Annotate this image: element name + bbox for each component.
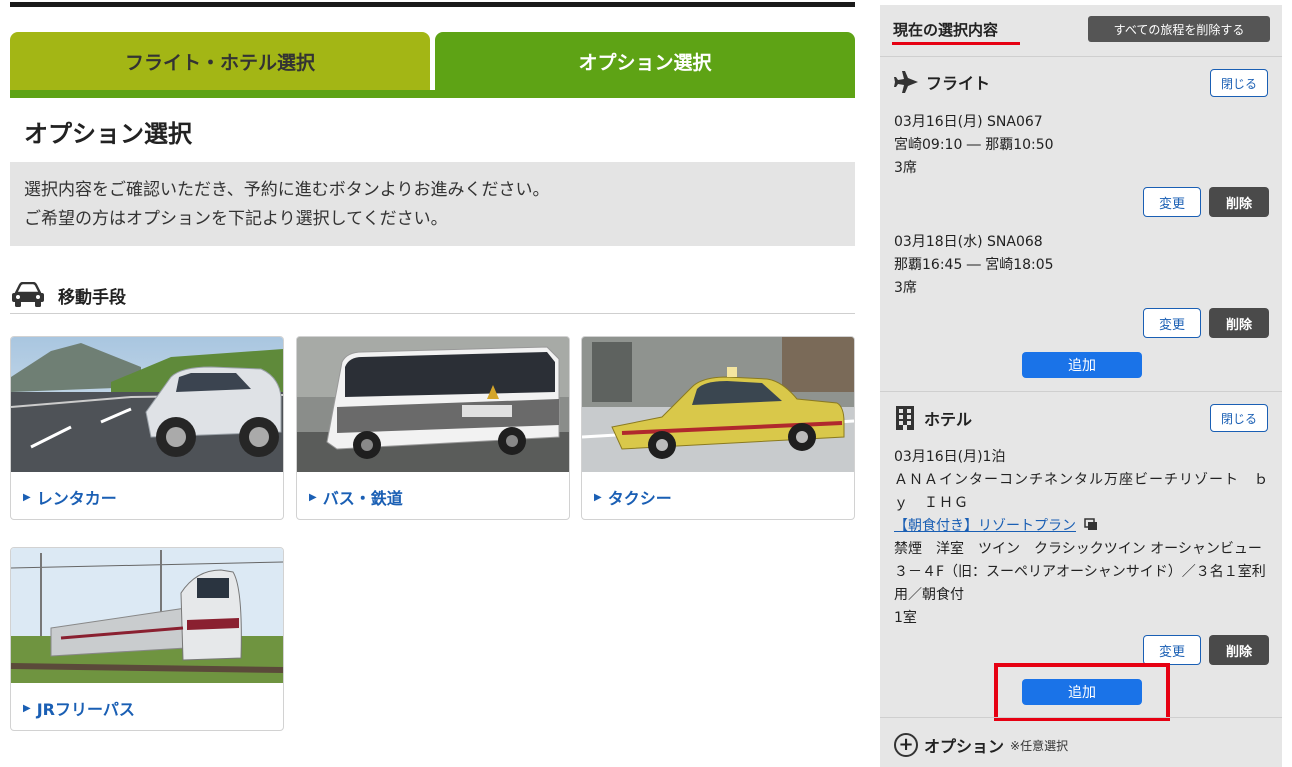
- sidebar-header: 現在の選択内容 すべての旅程を削除する: [880, 5, 1282, 57]
- hotel-section-label: ホテル: [924, 410, 973, 429]
- flight-2-delete-button[interactable]: 削除: [1209, 308, 1269, 338]
- flight-2-route: 那覇16:45 ― 宮崎18:05: [894, 257, 1054, 273]
- bus-rail-link[interactable]: ▶ バス・鉄道: [309, 485, 403, 509]
- building-icon: [896, 406, 914, 430]
- taxi-card[interactable]: ▶ タクシー: [581, 336, 855, 520]
- rental-car-card[interactable]: ▶ レンタカー: [10, 336, 284, 520]
- hotel-plan-link[interactable]: 【朝食付き】リゾートプラン: [894, 518, 1076, 534]
- flight-segment-1: 03月16日(月) SNA067 宮崎09:10 ― 那覇10:50 3席: [894, 111, 1272, 180]
- hotel-delete-button[interactable]: 削除: [1209, 635, 1269, 665]
- triangle-right-icon: ▶: [23, 702, 31, 714]
- hotel-section-title: ホテル: [894, 405, 972, 431]
- rental-car-photo: [11, 337, 283, 472]
- rental-car-label: レンタカー: [36, 489, 117, 508]
- flight-segment-2: 03月18日(水) SNA068 那覇16:45 ― 宮崎18:05 3席: [894, 231, 1272, 300]
- flight-1-date: 03月16日(月) SNA067: [894, 114, 1043, 130]
- flight-2-change-button[interactable]: 変更: [1143, 308, 1201, 338]
- flight-1-change-button[interactable]: 変更: [1143, 187, 1201, 217]
- hotel-date: 03月16日(月)1泊: [894, 449, 1006, 465]
- flight-add-button[interactable]: 追加: [1022, 352, 1142, 378]
- delete-all-itinerary-button[interactable]: すべての旅程を削除する: [1088, 16, 1270, 42]
- info-line-1: 選択内容をご確認いただき、予約に進むボタンよりお進みください。: [24, 180, 550, 200]
- taxi-link[interactable]: ▶ タクシー: [594, 485, 672, 509]
- taxi-photo: [582, 337, 854, 472]
- flight-2-seats: 3席: [894, 280, 917, 296]
- jr-free-pass-card[interactable]: ▶ JRフリーパス: [10, 547, 284, 731]
- tab-option[interactable]: オプション選択: [435, 32, 855, 90]
- info-box: 選択内容をご確認いただき、予約に進むボタンよりお進みください。 ご希望の方はオプ…: [10, 162, 855, 246]
- bus-rail-label: バス・鉄道: [322, 489, 403, 508]
- tab-baseline: [10, 90, 855, 98]
- bus-photo: [297, 337, 569, 472]
- option-note: ※任意選択: [1010, 738, 1069, 753]
- section-divider: [880, 717, 1282, 718]
- flight-1-route: 宮崎09:10 ― 那覇10:50: [894, 137, 1054, 153]
- bus-rail-card[interactable]: ▶ バス・鉄道: [296, 336, 570, 520]
- option-section-title[interactable]: + オプション ※任意選択: [894, 733, 1068, 757]
- top-rule: [10, 2, 855, 7]
- tab-flight-hotel[interactable]: フライト・ホテル選択: [10, 32, 430, 90]
- sidebar-title: 現在の選択内容: [893, 21, 999, 39]
- hotel-plan-row: 【朝食付き】リゾートプラン: [894, 515, 1272, 538]
- rental-car-link[interactable]: ▶ レンタカー: [23, 485, 117, 509]
- hotel-room-description: 禁煙 洋室 ツイン クラシックツイン オーシャンビュー３－４F（旧：スーペリアオ…: [894, 541, 1266, 603]
- triangle-right-icon: ▶: [594, 491, 602, 503]
- flight-section-title: フライト: [894, 69, 990, 95]
- hotel-change-button[interactable]: 変更: [1143, 635, 1201, 665]
- highlight-annotation: [994, 663, 1170, 721]
- transport-section-title: 移動手段: [58, 288, 126, 308]
- plus-circle-icon: +: [894, 733, 918, 757]
- info-line-2: ご希望の方はオプションを下記より選択してください。: [24, 209, 448, 229]
- triangle-right-icon: ▶: [23, 491, 31, 503]
- train-photo: [11, 548, 283, 683]
- flight-2-date: 03月18日(水) SNA068: [894, 234, 1043, 250]
- transport-section-header: 移動手段: [10, 280, 855, 314]
- step-tabs: フライト・ホテル選択 オプション選択: [10, 32, 855, 98]
- option-section-label: オプション: [924, 737, 1005, 756]
- title-underline: [892, 42, 1020, 45]
- hotel-details: 03月16日(月)1泊 ＡＮＡインターコンチネンタル万座ビーチリゾート ｂｙ Ｉ…: [894, 446, 1272, 630]
- car-icon: [12, 282, 44, 307]
- hotel-close-button[interactable]: 閉じる: [1210, 404, 1268, 432]
- airplane-icon: [894, 71, 918, 93]
- flight-1-seats: 3席: [894, 160, 917, 176]
- flight-section-label: フライト: [926, 74, 991, 93]
- taxi-label: タクシー: [607, 489, 672, 508]
- flight-1-delete-button[interactable]: 削除: [1209, 187, 1269, 217]
- triangle-right-icon: ▶: [309, 491, 317, 503]
- flight-close-button[interactable]: 閉じる: [1210, 69, 1268, 97]
- page-title: オプション選択: [24, 120, 192, 148]
- external-window-icon: [1084, 518, 1098, 530]
- jr-free-pass-label: JRフリーパス: [36, 700, 135, 719]
- section-divider: [880, 391, 1282, 392]
- jr-free-pass-link[interactable]: ▶ JRフリーパス: [23, 696, 135, 720]
- hotel-name: ＡＮＡインターコンチネンタル万座ビーチリゾート ｂｙ ＩＨＧ: [894, 472, 1269, 511]
- hotel-room-count: 1室: [894, 610, 917, 626]
- selection-sidebar: 現在の選択内容 すべての旅程を削除する フライト 閉じる 03月16日(月) S…: [880, 5, 1282, 767]
